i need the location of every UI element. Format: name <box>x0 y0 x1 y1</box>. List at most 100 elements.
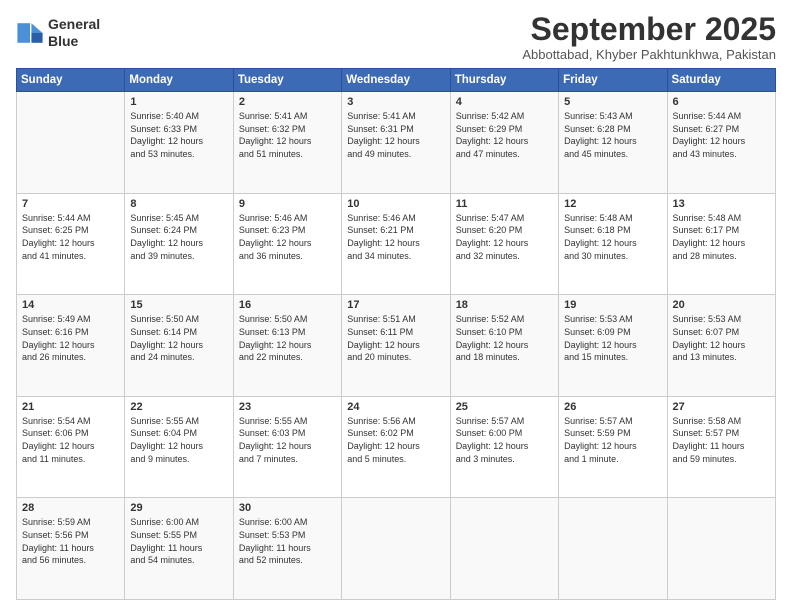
week-row-4: 21 Sunrise: 5:54 AM Sunset: 6:06 PM Dayli… <box>17 396 776 498</box>
day-header-tuesday: Tuesday <box>233 69 341 92</box>
cell-info: Sunrise: 5:48 AM Sunset: 6:17 PM Dayligh… <box>673 212 770 262</box>
day-number: 30 <box>239 502 336 514</box>
cell-4-4: 24 Sunrise: 5:56 AM Sunset: 6:02 PM Dayli… <box>342 396 450 498</box>
cell-2-1: 7 Sunrise: 5:44 AM Sunset: 6:25 PM Daylig… <box>17 193 125 295</box>
day-header-thursday: Thursday <box>450 69 558 92</box>
day-header-friday: Friday <box>559 69 667 92</box>
cell-5-1: 28 Sunrise: 5:59 AM Sunset: 5:56 PM Dayli… <box>17 498 125 600</box>
cell-info: Sunrise: 6:00 AM Sunset: 5:55 PM Dayligh… <box>130 516 227 566</box>
cell-info: Sunrise: 5:48 AM Sunset: 6:18 PM Dayligh… <box>564 212 661 262</box>
day-number: 2 <box>239 96 336 108</box>
cell-5-2: 29 Sunrise: 6:00 AM Sunset: 5:55 PM Dayli… <box>125 498 233 600</box>
day-number: 28 <box>22 502 119 514</box>
cell-info: Sunrise: 5:55 AM Sunset: 6:04 PM Dayligh… <box>130 415 227 465</box>
cell-1-4: 3Sunrise: 5:41 AM Sunset: 6:31 PM Daylig… <box>342 92 450 194</box>
day-header-sunday: Sunday <box>17 69 125 92</box>
cell-info: Sunrise: 5:54 AM Sunset: 6:06 PM Dayligh… <box>22 415 119 465</box>
cell-info: Sunrise: 5:53 AM Sunset: 6:07 PM Dayligh… <box>673 313 770 363</box>
cell-info: Sunrise: 5:45 AM Sunset: 6:24 PM Dayligh… <box>130 212 227 262</box>
day-number: 7 <box>22 198 119 210</box>
cell-3-5: 18Sunrise: 5:52 AM Sunset: 6:10 PM Dayli… <box>450 295 558 397</box>
month-title: September 2025 <box>522 12 776 47</box>
day-header-saturday: Saturday <box>667 69 775 92</box>
day-number: 13 <box>673 198 770 210</box>
cell-5-4 <box>342 498 450 600</box>
cell-info: Sunrise: 5:50 AM Sunset: 6:13 PM Dayligh… <box>239 313 336 363</box>
day-number: 12 <box>564 198 661 210</box>
week-row-3: 14 Sunrise: 5:49 AM Sunset: 6:16 PM Dayli… <box>17 295 776 397</box>
cell-info: Sunrise: 5:46 AM Sunset: 6:21 PM Dayligh… <box>347 212 444 262</box>
cell-2-5: 11Sunrise: 5:47 AM Sunset: 6:20 PM Dayli… <box>450 193 558 295</box>
cell-info: Sunrise: 5:56 AM Sunset: 6:02 PM Dayligh… <box>347 415 444 465</box>
cell-info: Sunrise: 5:46 AM Sunset: 6:23 PM Dayligh… <box>239 212 336 262</box>
day-number: 18 <box>456 299 553 311</box>
cell-4-7: 27Sunrise: 5:58 AM Sunset: 5:57 PM Dayli… <box>667 396 775 498</box>
day-number: 1 <box>130 96 227 108</box>
cell-info: Sunrise: 5:40 AM Sunset: 6:33 PM Dayligh… <box>130 110 227 160</box>
cell-info: Sunrise: 6:00 AM Sunset: 5:53 PM Dayligh… <box>239 516 336 566</box>
cell-info: Sunrise: 5:42 AM Sunset: 6:29 PM Dayligh… <box>456 110 553 160</box>
week-row-2: 7 Sunrise: 5:44 AM Sunset: 6:25 PM Daylig… <box>17 193 776 295</box>
cell-2-2: 8Sunrise: 5:45 AM Sunset: 6:24 PM Daylig… <box>125 193 233 295</box>
day-number: 21 <box>22 401 119 413</box>
day-number: 29 <box>130 502 227 514</box>
logo-line2: Blue <box>48 33 78 49</box>
day-number: 19 <box>564 299 661 311</box>
week-row-5: 28 Sunrise: 5:59 AM Sunset: 5:56 PM Dayli… <box>17 498 776 600</box>
cell-info: Sunrise: 5:43 AM Sunset: 6:28 PM Dayligh… <box>564 110 661 160</box>
cell-5-5 <box>450 498 558 600</box>
cell-3-7: 20 Sunrise: 5:53 AM Sunset: 6:07 PM Dayli… <box>667 295 775 397</box>
cell-1-7: 6Sunrise: 5:44 AM Sunset: 6:27 PM Daylig… <box>667 92 775 194</box>
cell-4-2: 22 Sunrise: 5:55 AM Sunset: 6:04 PM Dayli… <box>125 396 233 498</box>
cell-info: Sunrise: 5:55 AM Sunset: 6:03 PM Dayligh… <box>239 415 336 465</box>
cell-2-7: 13 Sunrise: 5:48 AM Sunset: 6:17 PM Dayli… <box>667 193 775 295</box>
day-number: 4 <box>456 96 553 108</box>
cell-3-4: 17 Sunrise: 5:51 AM Sunset: 6:11 PM Dayli… <box>342 295 450 397</box>
day-number: 14 <box>22 299 119 311</box>
cell-4-1: 21 Sunrise: 5:54 AM Sunset: 6:06 PM Dayli… <box>17 396 125 498</box>
calendar-table: SundayMondayTuesdayWednesdayThursdayFrid… <box>16 68 776 600</box>
cell-info: Sunrise: 5:59 AM Sunset: 5:56 PM Dayligh… <box>22 516 119 566</box>
cell-4-5: 25Sunrise: 5:57 AM Sunset: 6:00 PM Dayli… <box>450 396 558 498</box>
cell-info: Sunrise: 5:49 AM Sunset: 6:16 PM Dayligh… <box>22 313 119 363</box>
logo-text: General Blue <box>48 16 100 50</box>
day-header-monday: Monday <box>125 69 233 92</box>
cell-3-2: 15 Sunrise: 5:50 AM Sunset: 6:14 PM Dayli… <box>125 295 233 397</box>
day-number: 6 <box>673 96 770 108</box>
day-number: 16 <box>239 299 336 311</box>
day-number: 11 <box>456 198 553 210</box>
logo-icon <box>16 19 44 47</box>
cell-info: Sunrise: 5:50 AM Sunset: 6:14 PM Dayligh… <box>130 313 227 363</box>
day-number: 10 <box>347 198 444 210</box>
logo: General Blue <box>16 16 100 50</box>
cell-2-4: 10 Sunrise: 5:46 AM Sunset: 6:21 PM Dayli… <box>342 193 450 295</box>
cell-info: Sunrise: 5:51 AM Sunset: 6:11 PM Dayligh… <box>347 313 444 363</box>
day-number: 9 <box>239 198 336 210</box>
title-block: September 2025 Abbottabad, Khyber Pakhtu… <box>522 12 776 62</box>
day-number: 24 <box>347 401 444 413</box>
day-number: 3 <box>347 96 444 108</box>
cell-info: Sunrise: 5:57 AM Sunset: 5:59 PM Dayligh… <box>564 415 661 465</box>
cell-4-3: 23Sunrise: 5:55 AM Sunset: 6:03 PM Dayli… <box>233 396 341 498</box>
day-number: 15 <box>130 299 227 311</box>
day-number: 20 <box>673 299 770 311</box>
cell-2-6: 12 Sunrise: 5:48 AM Sunset: 6:18 PM Dayli… <box>559 193 667 295</box>
cell-4-6: 26 Sunrise: 5:57 AM Sunset: 5:59 PM Dayli… <box>559 396 667 498</box>
logo-line1: General <box>48 16 100 32</box>
day-number: 26 <box>564 401 661 413</box>
cell-5-6 <box>559 498 667 600</box>
cell-info: Sunrise: 5:44 AM Sunset: 6:25 PM Dayligh… <box>22 212 119 262</box>
cell-3-1: 14 Sunrise: 5:49 AM Sunset: 6:16 PM Dayli… <box>17 295 125 397</box>
cell-info: Sunrise: 5:53 AM Sunset: 6:09 PM Dayligh… <box>564 313 661 363</box>
day-number: 22 <box>130 401 227 413</box>
cell-1-6: 5Sunrise: 5:43 AM Sunset: 6:28 PM Daylig… <box>559 92 667 194</box>
cell-info: Sunrise: 5:57 AM Sunset: 6:00 PM Dayligh… <box>456 415 553 465</box>
cell-1-2: 1 Sunrise: 5:40 AM Sunset: 6:33 PM Daylig… <box>125 92 233 194</box>
day-number: 27 <box>673 401 770 413</box>
day-number: 17 <box>347 299 444 311</box>
cell-5-7 <box>667 498 775 600</box>
cell-1-5: 4 Sunrise: 5:42 AM Sunset: 6:29 PM Daylig… <box>450 92 558 194</box>
cell-3-6: 19 Sunrise: 5:53 AM Sunset: 6:09 PM Dayli… <box>559 295 667 397</box>
cell-5-3: 30 Sunrise: 6:00 AM Sunset: 5:53 PM Dayli… <box>233 498 341 600</box>
cell-2-3: 9 Sunrise: 5:46 AM Sunset: 6:23 PM Daylig… <box>233 193 341 295</box>
